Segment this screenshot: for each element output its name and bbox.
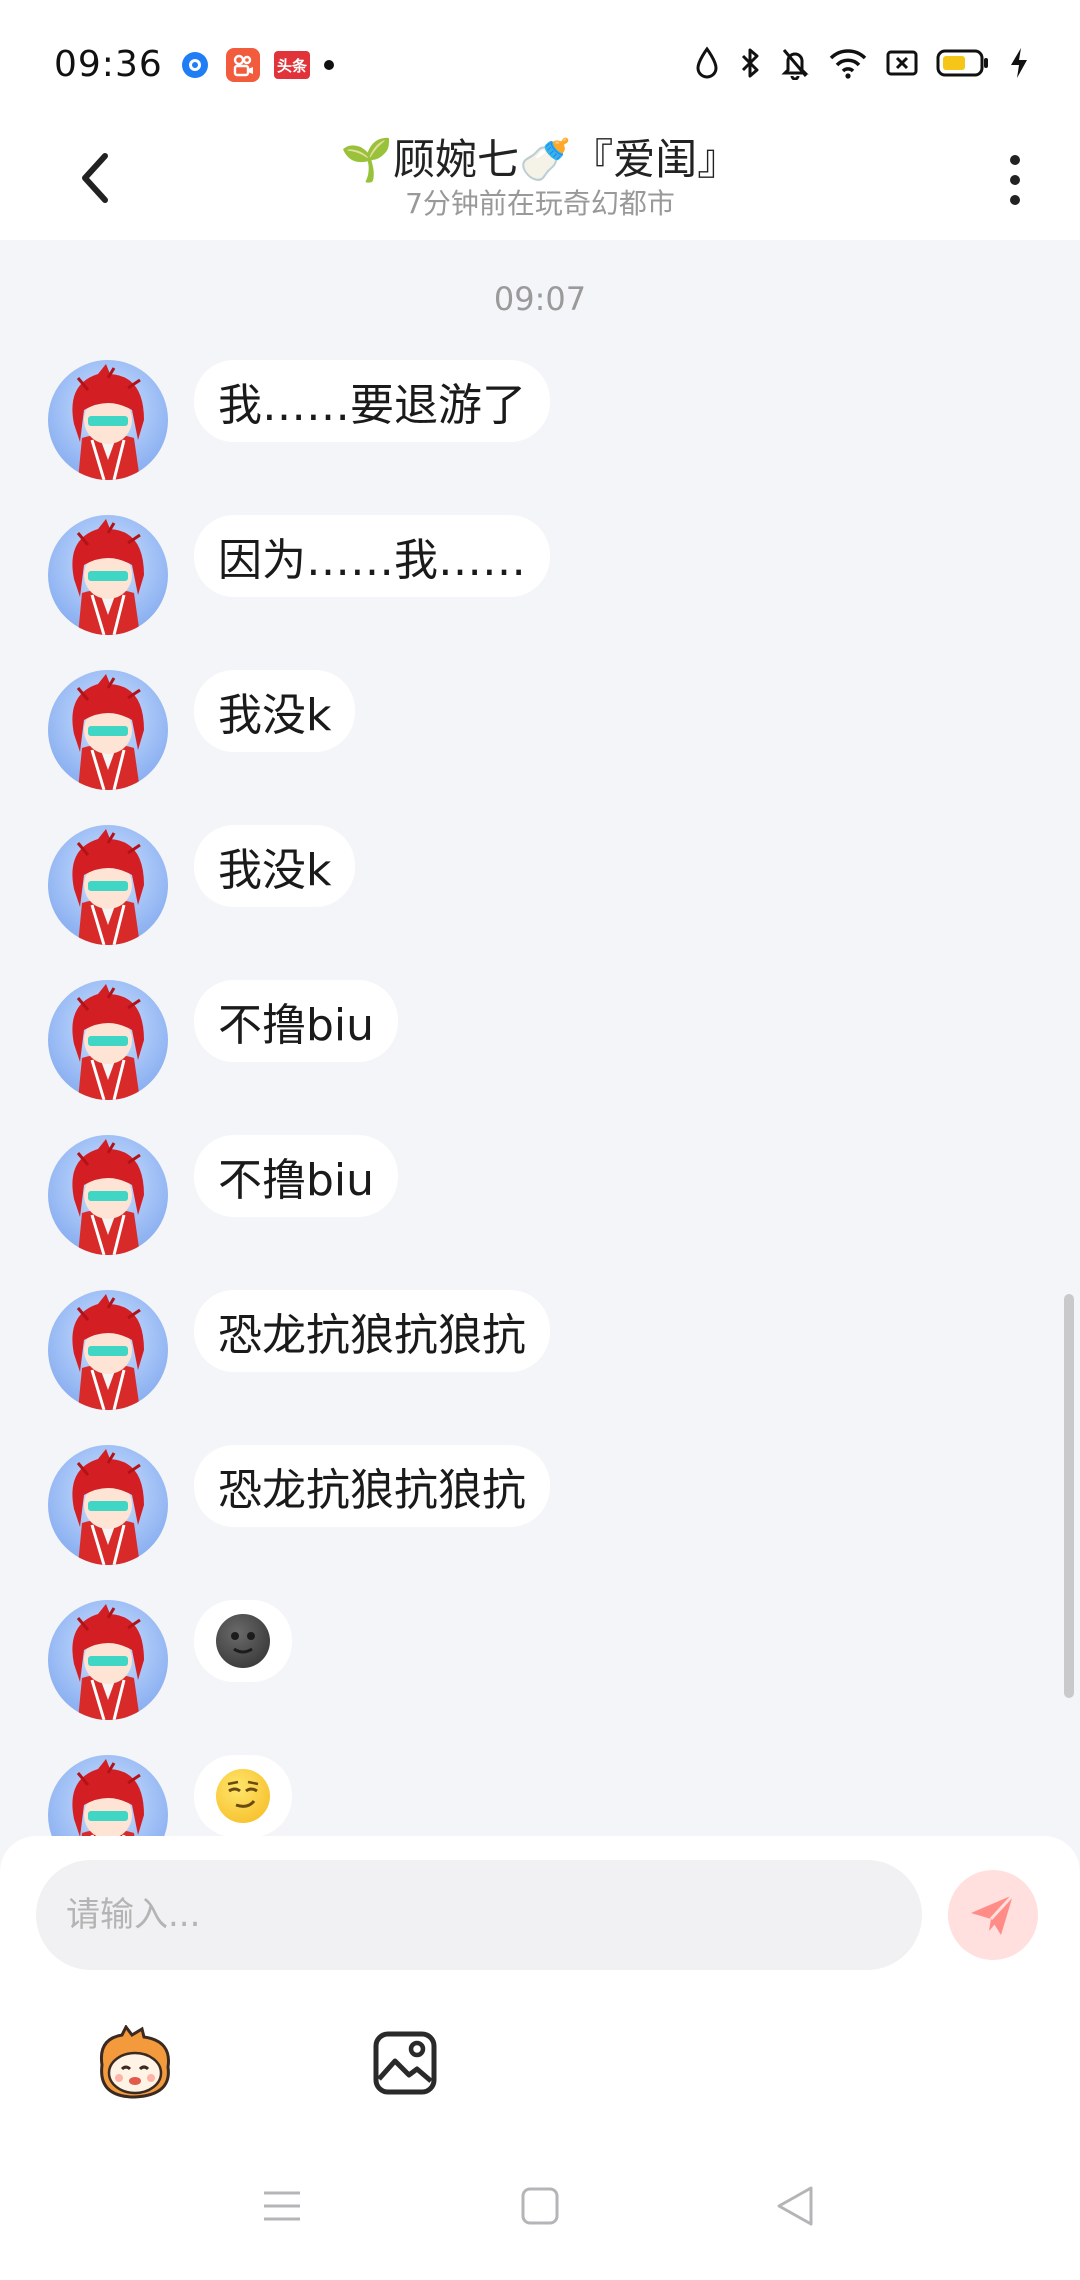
image-icon: [373, 2031, 437, 2095]
message-bubble[interactable]: [194, 1600, 292, 1682]
mascot-sticker-icon: [99, 2025, 170, 2099]
paper-plane-icon: [971, 1893, 1015, 1935]
message-composer: [0, 1836, 1080, 2136]
smirking-face-icon: [216, 1769, 270, 1823]
message-bubble[interactable]: 不撸biu: [194, 980, 399, 1062]
presence-status: 7分钟前在玩奇幻都市: [405, 187, 675, 220]
message-bubble[interactable]: [194, 1755, 292, 1836]
message-bubble[interactable]: 我……要退游了: [194, 360, 550, 442]
contact-avatar[interactable]: [48, 825, 168, 945]
bell-muted-icon: [781, 49, 809, 80]
back-nav-button[interactable]: [760, 2176, 830, 2236]
contact-avatar[interactable]: [48, 1290, 168, 1410]
home-button[interactable]: [505, 2176, 575, 2236]
browser-icon: [178, 48, 212, 82]
contact-avatar[interactable]: [48, 1445, 168, 1565]
contact-avatar[interactable]: [48, 1135, 168, 1255]
message-row: 我……要退游了: [48, 360, 550, 480]
message-bubble[interactable]: 恐龙抗狼抗狼抗: [194, 1445, 550, 1527]
message-bubble[interactable]: 恐龙抗狼抗狼抗: [194, 1290, 550, 1372]
message-row: 我没k: [48, 670, 356, 790]
contact-avatar[interactable]: [48, 670, 168, 790]
kuaishou-icon: [226, 48, 260, 82]
charging-bolt-icon: [1011, 48, 1027, 78]
contact-avatar[interactable]: [48, 980, 168, 1100]
more-options-button[interactable]: [990, 140, 1040, 220]
message-row: 恐龙抗狼抗狼抗: [48, 1290, 550, 1410]
battery-icon: [936, 49, 988, 77]
back-triangle-icon: [777, 2186, 813, 2226]
message-bubble[interactable]: 不撸biu: [194, 1135, 399, 1217]
water-drop-icon: [696, 46, 718, 79]
contact-avatar[interactable]: [48, 360, 168, 480]
home-icon: [521, 2187, 559, 2225]
contact-avatar[interactable]: [48, 1600, 168, 1720]
message-row: 我没k: [48, 825, 356, 945]
message-row: 因为……我……: [48, 515, 550, 635]
message-bubble[interactable]: 我没k: [194, 825, 356, 907]
bluetooth-icon: [741, 48, 759, 78]
no-sim-icon: [886, 50, 918, 76]
notification-dot: [324, 60, 334, 70]
contact-avatar[interactable]: [48, 515, 168, 635]
image-picker-button[interactable]: [362, 2020, 448, 2106]
scrollbar-thumb[interactable]: [1064, 1294, 1074, 1698]
message-input[interactable]: [36, 1860, 922, 1970]
recent-apps-button[interactable]: [247, 2176, 317, 2236]
send-button[interactable]: [948, 1870, 1038, 1960]
new-moon-face-icon: [216, 1614, 270, 1668]
chat-message-list[interactable]: 09:07 我……要退游了 因为……我…… 我没k 我没k 不撸biu 不撸bi…: [0, 240, 1080, 1836]
more-vert-icon: [1010, 155, 1020, 165]
chat-header: 🌱顾婉七🍼『爱闺』 7分钟前在玩奇幻都市: [0, 120, 1080, 240]
message-row: [48, 1755, 292, 1836]
sticker-button[interactable]: [92, 2020, 178, 2106]
status-time: 09:36: [54, 44, 163, 85]
status-bar: 09:36 头条: [0, 0, 1080, 120]
contact-name: 🌱顾婉七🍼『爱闺』: [340, 135, 740, 184]
message-row: 恐龙抗狼抗狼抗: [48, 1445, 550, 1565]
time-divider: 09:07: [493, 280, 587, 318]
message-row: 不撸biu: [48, 1135, 399, 1255]
menu-icon: [264, 2191, 300, 2221]
message-bubble[interactable]: 我没k: [194, 670, 356, 752]
message-row: [48, 1600, 292, 1720]
toutiao-icon: 头条: [274, 51, 310, 79]
message-row: 不撸biu: [48, 980, 399, 1100]
wifi-icon: [829, 49, 867, 79]
message-bubble[interactable]: 因为……我……: [194, 515, 550, 597]
contact-avatar[interactable]: [48, 1755, 168, 1836]
system-navigation-bar: [0, 2136, 1080, 2280]
